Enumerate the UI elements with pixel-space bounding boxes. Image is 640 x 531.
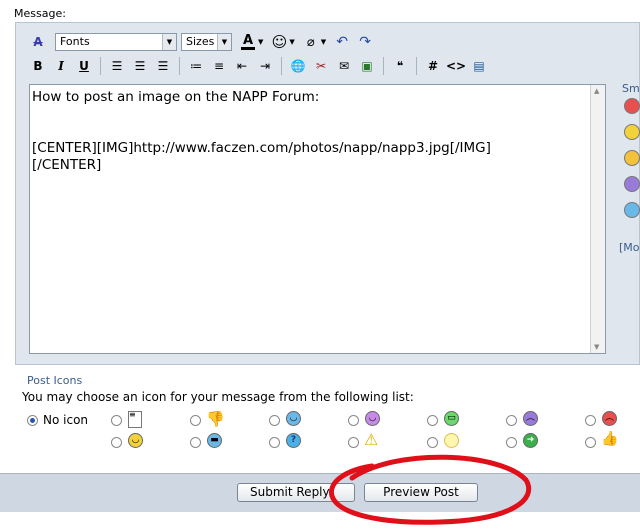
radio-post-icon[interactable]: [427, 437, 438, 448]
radio-post-icon[interactable]: [190, 415, 201, 426]
attachment-icon[interactable]: ⌀: [301, 32, 321, 52]
chevron-down-icon[interactable]: ▼: [289, 38, 294, 46]
radio-post-icon[interactable]: [111, 415, 122, 426]
toolbar-separator: [383, 57, 384, 75]
angry-smiley-icon[interactable]: [624, 98, 640, 114]
grin-purple-icon: ◡: [365, 411, 380, 426]
unordered-list-icon[interactable]: ≡: [209, 56, 229, 76]
arrow-right-icon: ➜: [523, 433, 538, 448]
redo-icon[interactable]: ↷: [355, 32, 375, 52]
thumbs-down-icon: 👎: [206, 410, 225, 428]
post-icons-description: You may choose an icon for your message …: [22, 390, 414, 404]
submit-reply-button[interactable]: Submit Reply: [237, 483, 355, 502]
more-smilies-link[interactable]: [Mo: [619, 241, 640, 254]
radio-post-icon[interactable]: [348, 437, 359, 448]
ordered-list-icon[interactable]: ≔: [186, 56, 206, 76]
warning-icon: ⚠: [364, 430, 379, 449]
lightbulb-icon: [444, 433, 459, 448]
remove-format-icon[interactable]: A: [28, 32, 48, 52]
smiley-icon[interactable]: ☺: [269, 32, 289, 52]
radio-post-icon[interactable]: [585, 415, 596, 426]
insert-link-icon[interactable]: 🌐: [288, 56, 308, 76]
angry-icon: ︵: [602, 411, 617, 426]
toolbar-row-2: B I U ☰ ☰ ☰ ≔ ≡ ⇤ ⇥ 🌐 ✂ ✉ ▣ ❝ # <> ▤: [28, 56, 492, 76]
scroll-down-icon[interactable]: ▼: [594, 343, 599, 351]
radio-post-icon[interactable]: [585, 437, 596, 448]
radio-post-icon[interactable]: [269, 437, 280, 448]
question-icon: ?: [286, 433, 301, 448]
toolbar-separator: [281, 57, 282, 75]
radio-post-icon[interactable]: [348, 415, 359, 426]
align-left-icon[interactable]: ☰: [107, 56, 127, 76]
insert-image-icon[interactable]: ▣: [357, 56, 377, 76]
radio-post-icon[interactable]: [427, 415, 438, 426]
undo-icon[interactable]: ↶: [332, 32, 352, 52]
radio-post-icon[interactable]: [506, 437, 517, 448]
scroll-up-icon[interactable]: ▲: [594, 87, 599, 95]
remove-link-icon[interactable]: ✂: [311, 56, 331, 76]
bottom-bar: Submit Reply Preview Post: [0, 473, 640, 512]
neutral-smiley-icon[interactable]: [624, 124, 640, 140]
cool-smiley-icon[interactable]: [624, 202, 640, 218]
toolbar-separator: [179, 57, 180, 75]
hash-icon[interactable]: #: [423, 56, 443, 76]
bold-button[interactable]: B: [28, 56, 48, 76]
radio-post-icon[interactable]: [506, 415, 517, 426]
post-icons-title: Post Icons: [27, 374, 83, 387]
grin-smiley-icon[interactable]: [624, 150, 640, 166]
purple-smiley-icon[interactable]: [624, 176, 640, 192]
font-color-button[interactable]: A: [238, 32, 258, 52]
document-icon: ≡: [128, 411, 142, 428]
big-grin-icon: ▭: [444, 411, 459, 426]
radio-no-icon[interactable]: [27, 415, 38, 426]
radio-post-icon[interactable]: [111, 437, 122, 448]
toolbar-separator: [100, 57, 101, 75]
insert-email-icon[interactable]: ✉: [334, 56, 354, 76]
textarea-scrollbar[interactable]: ▲ ▼: [590, 85, 605, 353]
size-select[interactable]: Sizes ▼: [181, 33, 232, 51]
radio-post-icon[interactable]: [269, 415, 280, 426]
message-text: How to post an image on the NAPP Forum: …: [32, 89, 491, 173]
outdent-icon[interactable]: ⇤: [232, 56, 252, 76]
smile-blue-icon: ◡: [286, 411, 301, 426]
toolbar-row-1: A Fonts ▼ Sizes ▼ A ▼ ☺ ▼ ⌀ ▼ ↶ ↷: [28, 32, 378, 52]
preview-post-button[interactable]: Preview Post: [364, 483, 478, 502]
smilies-column: [624, 98, 640, 228]
align-center-icon[interactable]: ☰: [130, 56, 150, 76]
align-right-icon[interactable]: ☰: [153, 56, 173, 76]
font-select[interactable]: Fonts ▼: [55, 33, 177, 51]
frown-icon: ︵: [523, 411, 538, 426]
font-color-icon: A: [242, 33, 254, 48]
indent-icon[interactable]: ⇥: [255, 56, 275, 76]
code-icon[interactable]: <>: [446, 56, 466, 76]
radio-post-icon[interactable]: [190, 437, 201, 448]
smile-yellow-icon: ◡: [128, 433, 143, 448]
italic-button[interactable]: I: [51, 56, 71, 76]
smilies-title: Sm: [622, 82, 640, 95]
php-icon[interactable]: ▤: [469, 56, 489, 76]
chevron-down-icon[interactable]: ▼: [321, 38, 326, 46]
chevron-down-icon[interactable]: ▼: [258, 38, 263, 46]
message-textarea[interactable]: How to post an image on the NAPP Forum: …: [29, 84, 606, 354]
underline-button[interactable]: U: [74, 56, 94, 76]
thumbs-up-icon: 👍: [601, 431, 619, 447]
quote-icon[interactable]: ❝: [390, 56, 410, 76]
message-label: Message:: [14, 7, 66, 20]
no-icon-label: No icon: [43, 413, 89, 427]
toolbar-separator: [416, 57, 417, 75]
sunglasses-icon: ▬: [207, 433, 222, 448]
